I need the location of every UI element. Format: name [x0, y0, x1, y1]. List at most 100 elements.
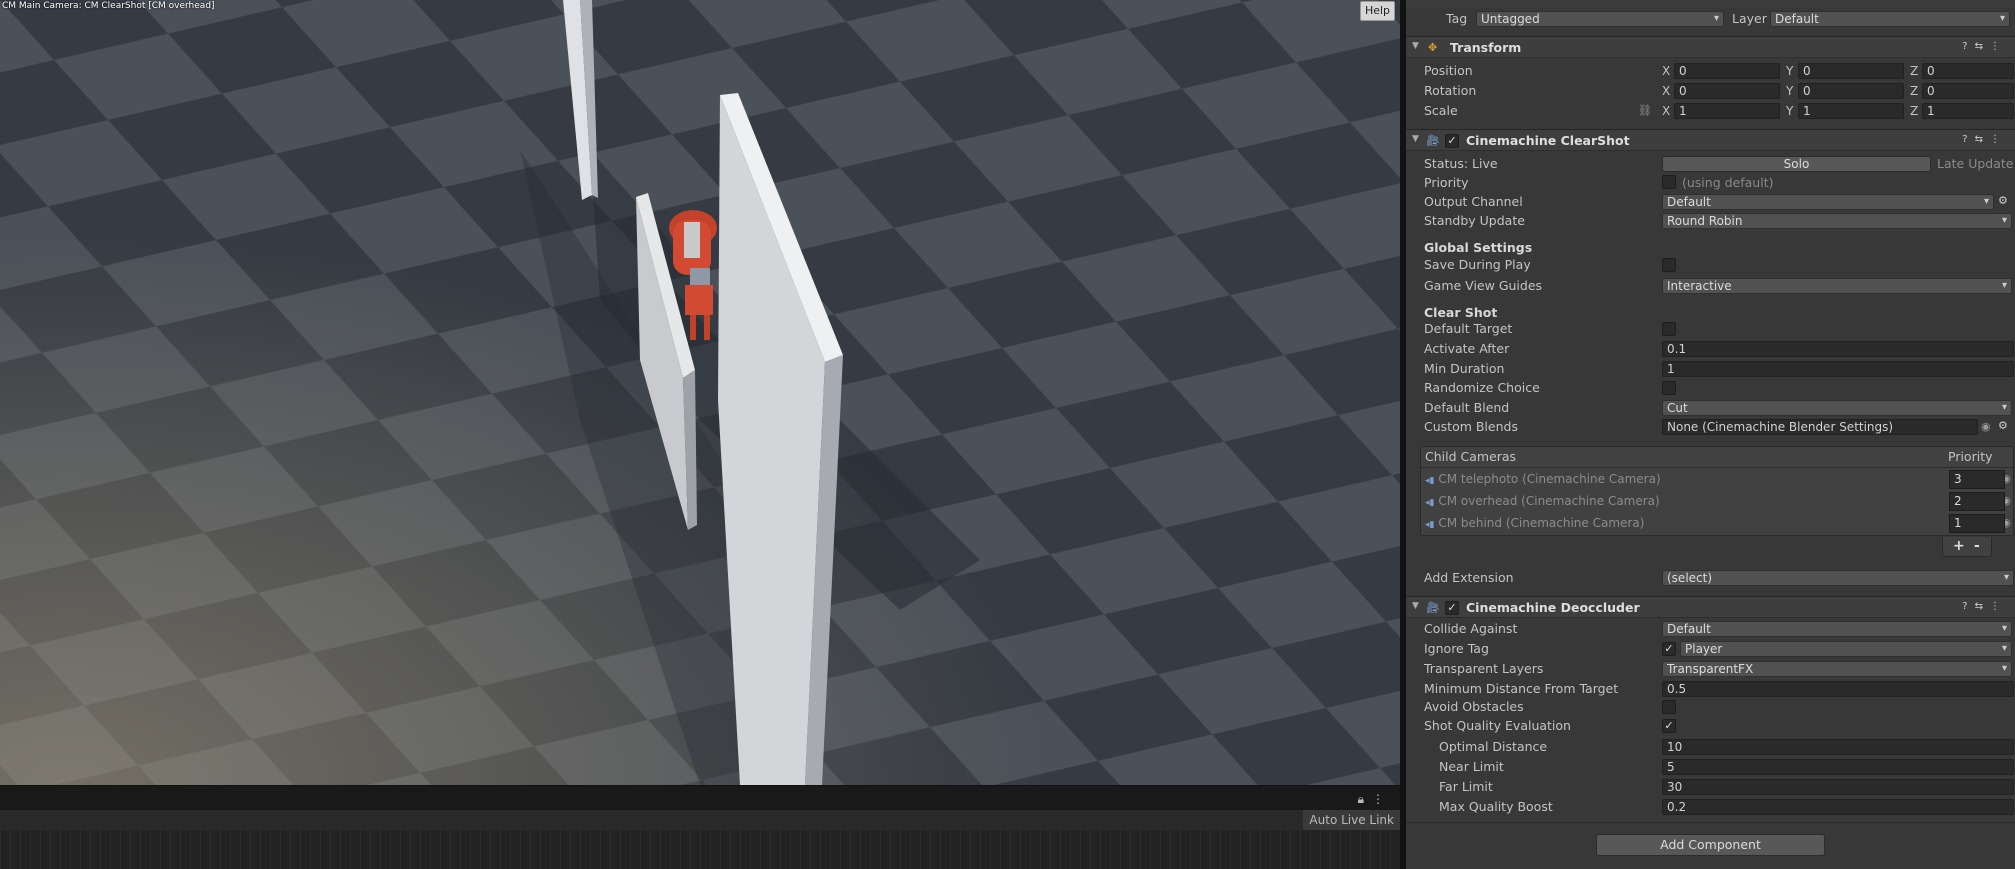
list-item[interactable]: ◂▮ CM behind (Cinemachine Camera) ◉: [1425, 513, 2011, 533]
position-y[interactable]: 0: [1798, 63, 1904, 79]
collide-against-label: Collide Against: [1424, 621, 1518, 636]
clearshot-header[interactable]: ▼ 🎥︎ ✓ Cinemachine ClearShot ?⇆⋮: [1406, 129, 2015, 151]
deoccluder-title: Cinemachine Deoccluder: [1466, 600, 1640, 615]
menu-icon[interactable]: ⋮: [1990, 134, 2007, 145]
priority-checkbox[interactable]: [1662, 175, 1676, 189]
collide-against-dropdown[interactable]: Default: [1662, 621, 2012, 637]
shot-quality-label: Shot Quality Evaluation: [1424, 718, 1571, 733]
max-quality-label: Max Quality Boost: [1439, 799, 1553, 814]
gear-icon[interactable]: ⚙: [1998, 194, 2008, 207]
menu-icon[interactable]: ⋮: [1990, 601, 2007, 612]
activate-after-field[interactable]: 0.1: [1662, 341, 2014, 357]
position-z[interactable]: 0: [1922, 63, 2014, 79]
rotation-y[interactable]: 0: [1798, 83, 1904, 99]
enabled-checkbox[interactable]: ✓: [1445, 601, 1459, 615]
link-icon[interactable]: ⛓︎: [1638, 104, 1652, 117]
child-camera-priority[interactable]: 3: [1949, 470, 2005, 489]
scale-y[interactable]: 1: [1798, 103, 1904, 119]
preset-icon[interactable]: ⇆: [1975, 41, 1990, 52]
optimal-distance-label: Optimal Distance: [1439, 739, 1548, 754]
preset-icon[interactable]: ⇆: [1975, 134, 1990, 145]
help-icon[interactable]: ?: [1962, 134, 1974, 145]
position-label: Position: [1424, 63, 1473, 78]
lock-icon[interactable]: 🔒︎: [1358, 792, 1372, 806]
more-icon[interactable]: ⋮: [1372, 792, 1392, 806]
optimal-distance-field[interactable]: 10: [1662, 739, 2014, 755]
ignore-tag-dropdown[interactable]: Player: [1680, 641, 2012, 657]
child-cameras-list: Child Cameras Priority ◂▮ CM telephoto (…: [1420, 446, 2014, 536]
game-view-guides-dropdown[interactable]: Interactive: [1662, 278, 2012, 294]
transform-header[interactable]: ▼ ✥ Transform ?⇆⋮: [1406, 36, 2015, 58]
far-limit-field[interactable]: 30: [1662, 779, 2014, 795]
shot-quality-checkbox[interactable]: ✓: [1662, 719, 1676, 733]
timeline-track[interactable]: [0, 830, 1400, 869]
save-during-play-label: Save During Play: [1424, 257, 1531, 272]
extension-icon: 🎥︎: [1426, 601, 1440, 614]
save-during-play-checkbox[interactable]: [1662, 258, 1676, 272]
foldout-icon[interactable]: ▼: [1412, 134, 1419, 144]
priority-hint: (using default): [1682, 175, 1774, 190]
custom-blends-field[interactable]: None (Cinemachine Blender Settings): [1662, 419, 1978, 435]
preset-icon[interactable]: ⇆: [1975, 601, 1990, 612]
scale-x[interactable]: 1: [1674, 103, 1780, 119]
list-buttons: + -: [1942, 537, 1992, 557]
transparent-layers-dropdown[interactable]: TransparentFX: [1662, 661, 2012, 677]
header-icons: ?⇆⋮: [1962, 601, 2007, 612]
standby-label: Standby Update: [1424, 213, 1525, 228]
remove-item-button[interactable]: -: [1974, 538, 1980, 554]
default-blend-label: Default Blend: [1424, 400, 1510, 415]
rotation-x[interactable]: 0: [1674, 83, 1780, 99]
layer-label: Layer: [1732, 11, 1767, 26]
output-channel-label: Output Channel: [1424, 194, 1523, 209]
min-distance-field[interactable]: 0.5: [1662, 681, 2014, 697]
inspector-panel: Tag Untagged Layer Default ▼ ✥ Transform…: [1406, 0, 2015, 869]
child-camera-name: CM telephoto (Cinemachine Camera): [1438, 472, 1661, 486]
min-duration-label: Min Duration: [1424, 361, 1505, 376]
min-duration-field[interactable]: 1: [1662, 361, 2014, 377]
gear-icon[interactable]: ⚙: [1998, 419, 2008, 432]
randomize-choice-checkbox[interactable]: [1662, 381, 1676, 395]
axis-x: X: [1662, 84, 1671, 98]
ignore-tag-checkbox[interactable]: ✓: [1662, 642, 1676, 656]
rotation-z[interactable]: 0: [1922, 83, 2014, 99]
timeline-controls: Auto Live Link: [0, 810, 1400, 830]
layer-dropdown[interactable]: Default: [1770, 11, 2010, 27]
default-blend-dropdown[interactable]: Cut: [1662, 400, 2012, 416]
standby-dropdown[interactable]: Round Robin: [1662, 213, 2012, 229]
default-target-checkbox[interactable]: [1662, 322, 1676, 336]
tag-dropdown[interactable]: Untagged: [1476, 11, 1724, 27]
foldout-icon[interactable]: ▼: [1412, 601, 1419, 611]
menu-icon[interactable]: ⋮: [1990, 41, 2007, 52]
output-channel-dropdown[interactable]: Default: [1662, 194, 1994, 210]
child-camera-priority[interactable]: 1: [1949, 514, 2005, 533]
object-picker-icon[interactable]: ◉: [1981, 420, 1991, 433]
auto-live-link-button[interactable]: Auto Live Link: [1303, 810, 1400, 830]
help-button[interactable]: Help: [1360, 1, 1395, 21]
add-component-button[interactable]: Add Component: [1596, 834, 1825, 856]
scene-view[interactable]: CM Main Camera: CM ClearShot [CM overhea…: [0, 0, 1400, 785]
foldout-icon[interactable]: ▼: [1412, 41, 1419, 51]
clearshot-title: Cinemachine ClearShot: [1466, 133, 1630, 148]
near-limit-field[interactable]: 5: [1662, 759, 2014, 775]
scale-z[interactable]: 1: [1922, 103, 2014, 119]
rotation-label: Rotation: [1424, 83, 1477, 98]
enabled-checkbox[interactable]: ✓: [1445, 134, 1459, 148]
position-x[interactable]: 0: [1674, 63, 1780, 79]
randomize-choice-label: Randomize Choice: [1424, 380, 1540, 395]
status-label: Status: Live: [1424, 156, 1498, 171]
help-icon[interactable]: ?: [1962, 601, 1974, 612]
deoccluder-header[interactable]: ▼ 🎥︎ ✓ Cinemachine Deoccluder ?⇆⋮: [1406, 596, 2015, 618]
help-icon[interactable]: ?: [1962, 41, 1974, 52]
add-extension-dropdown[interactable]: (select): [1662, 570, 2014, 586]
child-camera-priority[interactable]: 2: [1949, 492, 2005, 511]
list-item[interactable]: ◂▮ CM overhead (Cinemachine Camera) ◉: [1425, 491, 2011, 511]
axis-y: Y: [1786, 104, 1794, 118]
solo-button[interactable]: Solo: [1662, 156, 1931, 172]
add-item-button[interactable]: +: [1953, 538, 1965, 554]
avoid-obstacles-checkbox[interactable]: [1662, 700, 1676, 714]
axis-z: Z: [1910, 104, 1919, 118]
list-item[interactable]: ◂▮ CM telephoto (Cinemachine Camera) ◉: [1425, 469, 2011, 489]
global-settings-heading: Global Settings: [1424, 240, 1533, 255]
header-icons: ?⇆⋮: [1962, 134, 2007, 145]
max-quality-field[interactable]: 0.2: [1662, 799, 2014, 815]
